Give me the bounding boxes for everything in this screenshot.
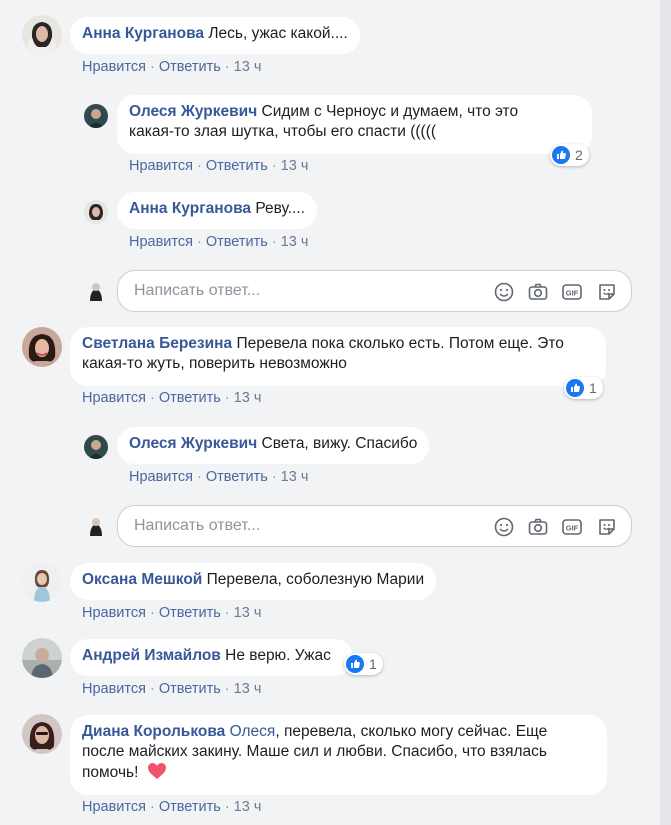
comment-text: Света, вижу. Спасибо — [261, 435, 418, 452]
reply-box: GIF — [117, 270, 632, 312]
comment-author[interactable]: Андрей Измайлов — [82, 647, 221, 664]
comment-bubble: Олеся Журкевич Сидим с Черноус и думаем,… — [117, 95, 592, 154]
page-scroll-edge — [660, 0, 671, 825]
like-link[interactable]: Нравится — [82, 59, 146, 75]
svg-text:GIF: GIF — [566, 524, 579, 533]
reply-box: GIF — [117, 505, 632, 547]
comment-author[interactable]: Олеся Журкевич — [129, 103, 257, 120]
reply-link[interactable]: Ответить — [159, 390, 221, 406]
avatar[interactable] — [84, 200, 108, 224]
comment-text: Перевела пока сколько есть. Потом еще. Э… — [236, 335, 564, 352]
comment-author[interactable]: Светлана Березина — [82, 335, 232, 352]
reply-link[interactable]: Ответить — [159, 59, 221, 75]
reaction-count[interactable]: 1 — [564, 377, 603, 399]
comment-timestamp[interactable]: 13 ч — [234, 59, 262, 75]
comment-bubble: Андрей Измайлов Не верю. Ужас — [70, 639, 353, 676]
like-link[interactable]: Нравится — [82, 605, 146, 621]
avatar[interactable] — [22, 714, 62, 754]
avatar[interactable] — [22, 562, 62, 602]
reply-input[interactable] — [132, 281, 466, 301]
reaction-count[interactable]: 2 — [550, 144, 589, 166]
comment-author[interactable]: Анна Курганова — [129, 200, 251, 217]
gif-icon[interactable]: GIF — [561, 516, 583, 538]
comment-text: Сидим с Черноус и думаем, что это — [261, 103, 519, 120]
comment-actions: Нравится · Ответить · 13 ч — [82, 59, 262, 75]
avatar[interactable] — [84, 435, 108, 459]
emoji-icon[interactable] — [493, 281, 515, 303]
comment-author[interactable]: Оксана Мешкой — [82, 571, 202, 588]
comment-bubble: Оксана Мешкой Перевела, соболезную Марии — [70, 563, 437, 600]
comment-timestamp[interactable]: 13 ч — [234, 605, 262, 621]
comment-text: , перевела, сколько могу сейчас. Еще — [275, 723, 548, 740]
like-link[interactable]: Нравится — [82, 799, 146, 815]
sticker-icon[interactable] — [596, 281, 618, 303]
comment-bubble: Олеся Журкевич Света, вижу. Спасибо — [117, 427, 430, 464]
camera-icon[interactable] — [527, 281, 549, 303]
comment-actions: Нравится · Ответить · 13 ч — [129, 234, 309, 250]
avatar[interactable] — [22, 327, 62, 367]
reply-input[interactable] — [132, 516, 466, 536]
svg-text:GIF: GIF — [566, 289, 579, 298]
like-icon — [566, 379, 584, 397]
comment-text: Не верю. Ужас — [225, 647, 331, 664]
comment-text: Реву.... — [255, 200, 305, 217]
sticker-icon[interactable] — [596, 516, 618, 538]
like-icon — [346, 655, 364, 673]
like-link[interactable]: Нравится — [82, 681, 146, 697]
emoji-icon[interactable] — [493, 516, 515, 538]
gif-icon[interactable]: GIF — [561, 281, 583, 303]
reply-link[interactable]: Ответить — [206, 234, 268, 250]
reply-link[interactable]: Ответить — [206, 158, 268, 174]
reply-link[interactable]: Ответить — [159, 799, 221, 815]
comment-timestamp[interactable]: 13 ч — [281, 234, 309, 250]
camera-icon[interactable] — [527, 516, 549, 538]
avatar[interactable] — [22, 15, 62, 55]
comment-text: после майских закину. Маше сил и любви. … — [82, 743, 547, 760]
comment-actions: Нравится · Ответить · 13 ч — [82, 390, 262, 406]
mention-link[interactable]: Олеся — [230, 723, 276, 740]
comment-text: помочь! — [82, 764, 139, 781]
comment-timestamp[interactable]: 13 ч — [234, 799, 262, 815]
avatar[interactable] — [22, 638, 62, 678]
comment-text: Лесь, ужас какой.... — [208, 25, 348, 42]
heart-emoji-icon — [147, 763, 166, 779]
comment-actions: Нравится · Ответить · 13 ч — [129, 469, 309, 485]
reply-link[interactable]: Ответить — [206, 469, 268, 485]
comment-bubble: Диана Королькова Олеся, перевела, скольк… — [70, 715, 607, 795]
comment-text: какая-то жуть, поверить невозможно — [82, 355, 347, 372]
comment-author[interactable]: Диана Королькова — [82, 723, 225, 740]
comment-text: Перевела, соболезную Марии — [206, 571, 425, 588]
comment-timestamp[interactable]: 13 ч — [234, 390, 262, 406]
comment-timestamp[interactable]: 13 ч — [234, 681, 262, 697]
comment-text: какая-то злая шутка, чтобы его спасти ((… — [129, 123, 437, 140]
comment-actions: Нравится · Ответить · 13 ч — [82, 605, 262, 621]
comment-bubble: Анна Курганова Реву.... — [117, 192, 317, 229]
comment-timestamp[interactable]: 13 ч — [281, 469, 309, 485]
reply-link[interactable]: Ответить — [159, 681, 221, 697]
comment-author[interactable]: Анна Курганова — [82, 25, 204, 42]
comment-author[interactable]: Олеся Журкевич — [129, 435, 257, 452]
like-link[interactable]: Нравится — [129, 158, 193, 174]
reply-link[interactable]: Ответить — [159, 605, 221, 621]
comment-timestamp[interactable]: 13 ч — [281, 158, 309, 174]
comment-actions: Нравится · Ответить · 13 ч — [129, 158, 309, 174]
comment-actions: Нравится · Ответить · 13 ч — [82, 681, 262, 697]
reaction-count[interactable]: 1 — [344, 653, 383, 675]
like-link[interactable]: Нравится — [82, 390, 146, 406]
like-link[interactable]: Нравится — [129, 234, 193, 250]
comment-bubble: Анна Курганова Лесь, ужас какой.... — [70, 17, 360, 54]
comment-bubble: Светлана Березина Перевела пока сколько … — [70, 327, 606, 386]
avatar[interactable] — [84, 279, 108, 303]
comment-actions: Нравится · Ответить · 13 ч — [82, 799, 262, 815]
like-icon — [552, 146, 570, 164]
avatar[interactable] — [84, 104, 108, 128]
like-link[interactable]: Нравится — [129, 469, 193, 485]
avatar[interactable] — [84, 514, 108, 538]
